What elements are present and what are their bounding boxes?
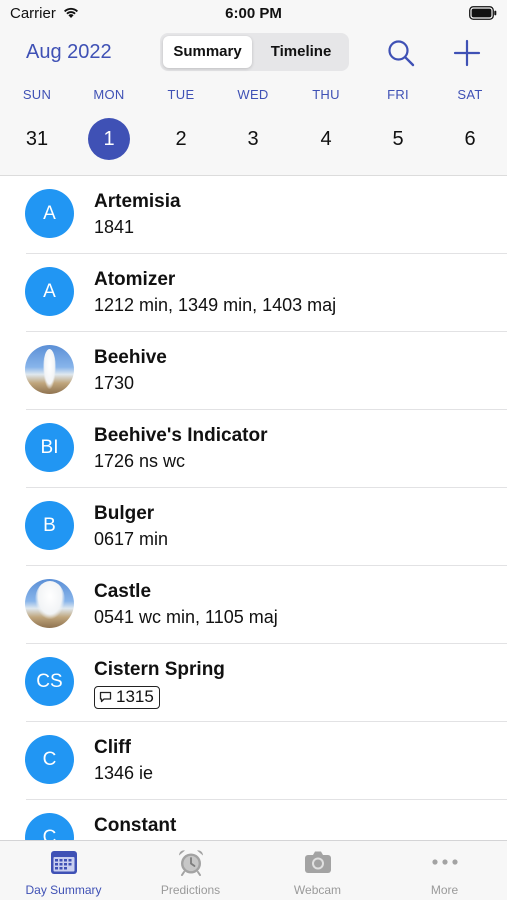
list-item[interactable]: Castle 0541 wc min, 1105 maj	[0, 566, 507, 644]
date-cell[interactable]: 4	[305, 118, 347, 160]
list-item[interactable]: C Cliff 1346 ie	[0, 722, 507, 800]
calendar-header: Aug 2022 Summary Timeline SUN MON TUE WE…	[0, 28, 507, 176]
segment-timeline[interactable]: Timeline	[256, 36, 346, 68]
weekday-sun: SUN	[22, 87, 52, 102]
tab-label: More	[430, 883, 459, 897]
tab-label: Day Summary	[25, 883, 102, 897]
date-cell[interactable]: 31	[16, 118, 58, 160]
item-name: Atomizer	[94, 269, 176, 290]
item-detail: 1346 ie	[94, 763, 154, 783]
avatar: C	[25, 813, 74, 840]
speech-bubble-icon	[99, 691, 112, 703]
date-cell[interactable]: 5	[377, 118, 419, 160]
weekday-thu: THU	[312, 87, 340, 102]
date-cell-selected[interactable]: 1	[88, 118, 130, 160]
tab-webcam[interactable]: Webcam	[254, 841, 381, 900]
weekday-fri: FRI	[387, 87, 409, 102]
tab-bar: Day Summary Predictions Webcam More	[0, 840, 507, 900]
status-bar: Carrier 6:00 PM	[0, 0, 507, 28]
weekday-row: SUN MON TUE WED THU FRI SAT	[0, 87, 507, 103]
item-name: Cistern Spring	[94, 659, 225, 680]
item-detail: 1841	[94, 217, 135, 237]
avatar: C	[25, 735, 74, 784]
weekday-wed: WED	[237, 87, 269, 102]
more-dots-icon	[431, 859, 458, 865]
geyser-photo	[25, 579, 74, 628]
search-icon[interactable]	[386, 38, 416, 68]
item-name: Castle	[94, 581, 152, 602]
list-item[interactable]: B Bulger 0617 min	[0, 488, 507, 566]
segment-summary[interactable]: Summary	[163, 36, 252, 68]
alarm-clock-icon	[178, 850, 203, 876]
avatar: B	[25, 501, 74, 550]
tab-day-summary[interactable]: Day Summary	[0, 841, 127, 900]
item-name: Constant	[94, 815, 177, 836]
list-item[interactable]: BI Beehive's Indicator 1726 ns wc	[0, 410, 507, 488]
view-segmented-control: Summary Timeline	[160, 33, 349, 71]
item-detail: 1730	[94, 373, 135, 393]
item-detail: 1315	[116, 687, 154, 706]
tab-more[interactable]: More	[381, 841, 507, 900]
item-name: Bulger	[94, 503, 155, 524]
tab-label: Predictions	[160, 883, 221, 897]
status-time: 6:00 PM	[225, 5, 282, 22]
item-name: Beehive's Indicator	[94, 425, 268, 446]
avatar: A	[25, 267, 74, 316]
calendar-icon	[50, 851, 77, 874]
item-name: Beehive	[94, 347, 167, 368]
item-detail: 0617 min	[94, 529, 169, 549]
weekday-tue: TUE	[167, 87, 195, 102]
list-item[interactable]: A Atomizer 1212 min, 1349 min, 1403 maj	[0, 254, 507, 332]
camera-icon	[304, 851, 331, 873]
list-item[interactable]: CS Cistern Spring 1315	[0, 644, 507, 722]
tab-predictions[interactable]: Predictions	[127, 841, 254, 900]
item-detail: 1212 min, 1349 min, 1403 maj	[94, 295, 337, 315]
comment-badge: 1315	[94, 686, 160, 709]
list-item[interactable]: A Artemisia 1841	[0, 176, 507, 254]
weekday-sat: SAT	[457, 87, 483, 102]
battery-icon	[469, 6, 497, 20]
list-item[interactable]: Beehive 1730	[0, 332, 507, 410]
item-detail: 1726 ns wc	[94, 451, 186, 471]
geyser-photo	[25, 345, 74, 394]
month-picker[interactable]: Aug 2022	[26, 41, 112, 64]
date-cell[interactable]: 3	[232, 118, 274, 160]
tab-label: Webcam	[293, 883, 342, 897]
avatar: BI	[25, 423, 74, 472]
avatar: CS	[25, 657, 74, 706]
item-detail: 0541 wc min, 1105 maj	[94, 607, 278, 627]
weekday-mon: MON	[93, 87, 125, 102]
geyser-list[interactable]: A Artemisia 1841 A Atomizer 1212 min, 13…	[0, 176, 507, 840]
item-name: Artemisia	[94, 191, 181, 212]
item-name: Cliff	[94, 737, 131, 758]
date-row: 31 1 2 3 4 5 6	[0, 118, 507, 160]
list-item[interactable]: C Constant	[0, 800, 507, 840]
add-icon[interactable]	[452, 38, 482, 68]
date-cell[interactable]: 6	[449, 118, 491, 160]
avatar: A	[25, 189, 74, 238]
date-cell[interactable]: 2	[160, 118, 202, 160]
